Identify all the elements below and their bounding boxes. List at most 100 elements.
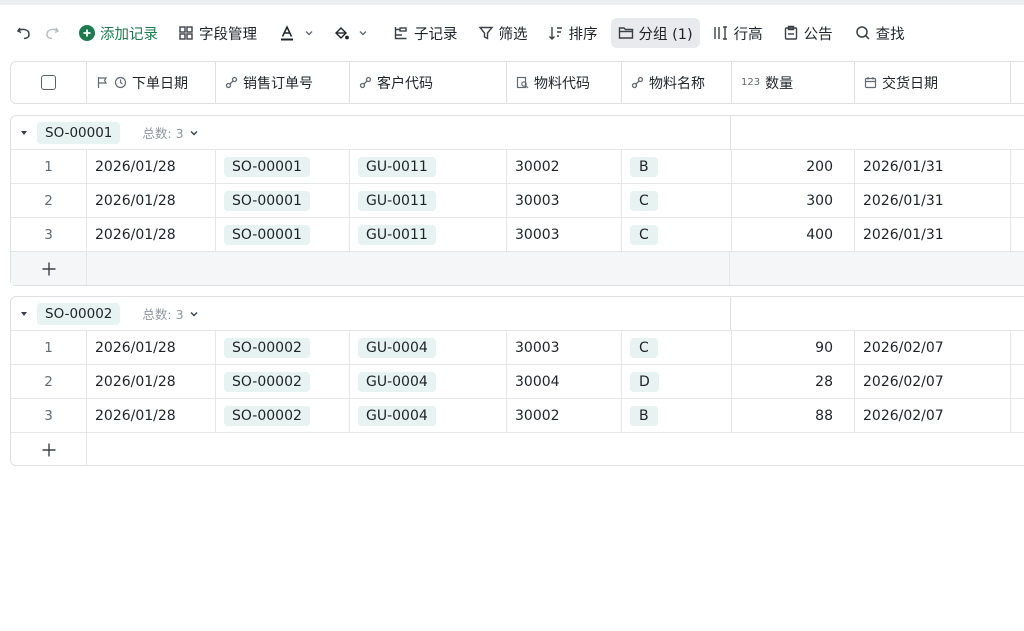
sales-order-cell[interactable]: SO-00001 bbox=[216, 150, 350, 183]
find-button[interactable]: 查找 bbox=[848, 18, 912, 48]
customer-code-cell[interactable]: GU-0004 bbox=[350, 365, 507, 398]
filter-button[interactable]: 筛选 bbox=[471, 18, 535, 48]
table-row[interactable]: 3 2026/01/28 SO-00001 GU-0011 30003 C 40… bbox=[11, 218, 1024, 252]
select-all-checkbox[interactable] bbox=[41, 75, 56, 90]
quantity-cell[interactable]: 400 bbox=[732, 218, 855, 251]
add-row-plus-icon[interactable] bbox=[11, 252, 87, 285]
quantity-cell[interactable]: 28 bbox=[732, 365, 855, 398]
fill-color-button[interactable] bbox=[326, 18, 380, 48]
material-name-cell[interactable]: B bbox=[622, 399, 732, 432]
material-code-cell[interactable]: 30002 bbox=[507, 150, 622, 183]
material-name-cell[interactable]: B bbox=[622, 150, 732, 183]
search-icon bbox=[855, 26, 870, 40]
add-row[interactable] bbox=[11, 252, 1024, 285]
group-so-00002: SO-00002 总数: 3 1 2026/01/28 SO-00002 GU-… bbox=[10, 296, 1024, 466]
row-height-button[interactable]: 行高 bbox=[706, 18, 770, 48]
chevron-down-icon bbox=[305, 31, 313, 36]
column-header-quantity[interactable]: 123 数量 bbox=[732, 62, 855, 103]
collapse-triangle-icon[interactable] bbox=[11, 129, 37, 137]
sales-order-cell[interactable]: SO-00002 bbox=[216, 399, 350, 432]
group-count[interactable]: 总数: 3 bbox=[142, 304, 198, 323]
order-date-cell[interactable]: 2026/01/28 bbox=[87, 365, 216, 398]
column-header-sales-order[interactable]: 销售订单号 bbox=[216, 62, 350, 103]
table-row[interactable]: 1 2026/01/28 SO-00002 GU-0004 30003 C 90… bbox=[11, 331, 1024, 365]
sales-order-cell[interactable]: SO-00002 bbox=[216, 331, 350, 364]
field-manage-button[interactable]: 字段管理 bbox=[171, 18, 264, 48]
quantity-cell[interactable]: 88 bbox=[732, 399, 855, 432]
order-date-cell[interactable]: 2026/01/28 bbox=[87, 331, 216, 364]
material-code-cell[interactable]: 30003 bbox=[507, 184, 622, 217]
delivery-date-cell[interactable]: 2026/01/31 bbox=[855, 184, 1011, 217]
row-height-label: 行高 bbox=[733, 26, 763, 43]
sales-order-chip: SO-00002 bbox=[224, 371, 310, 392]
delivery-date-cell[interactable]: 2026/01/31 bbox=[855, 218, 1011, 251]
sub-record-icon bbox=[394, 27, 407, 40]
group-count[interactable]: 总数: 3 bbox=[142, 123, 198, 142]
column-header-label: 销售订单号 bbox=[243, 75, 313, 92]
material-code-cell[interactable]: 30003 bbox=[507, 218, 622, 251]
material-name-cell[interactable]: C bbox=[622, 218, 732, 251]
table-row[interactable]: 2 2026/01/28 SO-00001 GU-0011 30003 C 30… bbox=[11, 184, 1024, 218]
group-header[interactable]: SO-00001 总数: 3 bbox=[11, 116, 1024, 150]
material-code-cell[interactable]: 30003 bbox=[507, 331, 622, 364]
group-button[interactable]: 分组 (1) bbox=[610, 18, 700, 48]
customer-code-chip: GU-0011 bbox=[358, 224, 436, 245]
select-all-cell bbox=[11, 62, 87, 103]
filter-icon bbox=[478, 26, 493, 40]
table-header: 下单日期 销售订单号 客户代码 物料代码 物料名称 123 数量 交货日期 bbox=[10, 61, 1024, 104]
text-color-button[interactable] bbox=[272, 18, 326, 48]
order-date-cell[interactable]: 2026/01/28 bbox=[87, 218, 216, 251]
notice-button[interactable]: 公告 bbox=[776, 18, 840, 48]
column-header-customer-code[interactable]: 客户代码 bbox=[350, 62, 507, 103]
table-row[interactable]: 2 2026/01/28 SO-00002 GU-0004 30004 D 28… bbox=[11, 365, 1024, 399]
clipboard-icon bbox=[784, 25, 797, 40]
customer-code-cell[interactable]: GU-0004 bbox=[350, 399, 507, 432]
delivery-date-cell[interactable]: 2026/02/07 bbox=[855, 331, 1011, 364]
field-manage-label: 字段管理 bbox=[199, 26, 257, 43]
customer-code-cell[interactable]: GU-0004 bbox=[350, 331, 507, 364]
order-date-cell[interactable]: 2026/01/28 bbox=[87, 184, 216, 217]
undo-icon[interactable] bbox=[10, 18, 38, 48]
order-date-cell[interactable]: 2026/01/28 bbox=[87, 399, 216, 432]
quantity-cell[interactable]: 90 bbox=[732, 331, 855, 364]
group-header[interactable]: SO-00002 总数: 3 bbox=[11, 297, 1024, 331]
redo-icon[interactable] bbox=[38, 18, 66, 48]
customer-code-cell[interactable]: GU-0011 bbox=[350, 218, 507, 251]
delivery-date-cell[interactable]: 2026/01/31 bbox=[855, 150, 1011, 183]
column-header-material-name[interactable]: 物料名称 bbox=[622, 62, 732, 103]
material-name-chip: C bbox=[630, 224, 658, 245]
material-code-cell[interactable]: 30002 bbox=[507, 399, 622, 432]
sales-order-chip: SO-00001 bbox=[224, 156, 310, 177]
sales-order-chip: SO-00002 bbox=[224, 337, 310, 358]
quantity-cell[interactable]: 200 bbox=[732, 150, 855, 183]
sales-order-cell[interactable]: SO-00001 bbox=[216, 184, 350, 217]
group-name-tag: SO-00001 bbox=[37, 121, 121, 144]
column-header-label: 数量 bbox=[765, 75, 794, 92]
customer-code-cell[interactable]: GU-0011 bbox=[350, 184, 507, 217]
order-date-cell[interactable]: 2026/01/28 bbox=[87, 150, 216, 183]
sort-button[interactable]: 排序 bbox=[541, 18, 605, 48]
column-header-label: 下单日期 bbox=[132, 75, 188, 92]
column-header-order-date[interactable]: 下单日期 bbox=[87, 62, 216, 103]
sales-order-cell[interactable]: SO-00001 bbox=[216, 218, 350, 251]
column-header-delivery-date[interactable]: 交货日期 bbox=[855, 62, 1011, 103]
column-header-material-code[interactable]: 物料代码 bbox=[507, 62, 622, 103]
material-name-cell[interactable]: C bbox=[622, 331, 732, 364]
delivery-date-cell[interactable]: 2026/02/07 bbox=[855, 365, 1011, 398]
material-name-cell[interactable]: C bbox=[622, 184, 732, 217]
table-row[interactable]: 3 2026/01/28 SO-00002 GU-0004 30002 B 88… bbox=[11, 399, 1024, 433]
delivery-date-cell[interactable]: 2026/02/07 bbox=[855, 399, 1011, 432]
collapse-triangle-icon[interactable] bbox=[11, 310, 37, 318]
add-row[interactable] bbox=[11, 433, 1024, 466]
sales-order-cell[interactable]: SO-00002 bbox=[216, 365, 350, 398]
sales-order-chip: SO-00001 bbox=[224, 190, 310, 211]
material-code-cell[interactable]: 30004 bbox=[507, 365, 622, 398]
material-name-cell[interactable]: D bbox=[622, 365, 732, 398]
add-record-button[interactable]: 添加记录 bbox=[72, 18, 165, 48]
quantity-cell[interactable]: 300 bbox=[732, 184, 855, 217]
add-row-plus-icon[interactable] bbox=[11, 433, 87, 466]
table-row[interactable]: 1 2026/01/28 SO-00001 GU-0011 30002 B 20… bbox=[11, 150, 1024, 184]
sub-record-button[interactable]: 子记录 bbox=[386, 18, 465, 48]
customer-code-cell[interactable]: GU-0011 bbox=[350, 150, 507, 183]
group-name-tag: SO-00002 bbox=[37, 302, 121, 325]
